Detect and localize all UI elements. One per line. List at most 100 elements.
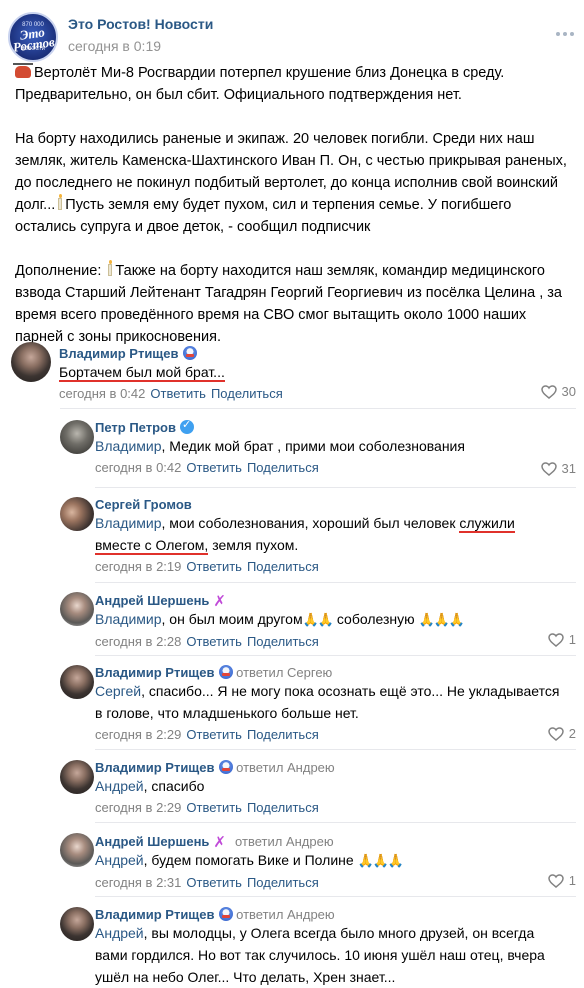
comment-text: Андрей, будем помогать Вике и Полине 🙏🙏🙏 [95,849,555,872]
share-button[interactable]: Поделиться [247,634,319,649]
comment: Петр Петров Владимир, Медик мой брат , п… [60,418,576,482]
avatar[interactable] [60,665,94,699]
comment-author[interactable]: Владимир Ртищев ответил Сергею [95,665,570,680]
divider [60,408,576,409]
comment-text: Владимир, Медик мой брат , прими мои соб… [95,438,465,454]
replied-to[interactable]: ответил Сергею [236,665,332,680]
post-text: Вертолёт Ми-8 Росгвардии потерпел крушен… [13,62,575,348]
praying-hands-icon: 🙏🙏🙏 [357,853,405,868]
comment-meta: сегодня в 0:42 Ответить Поделиться [95,460,319,475]
replied-to[interactable]: ответил Андрею [235,834,334,849]
comment-author[interactable]: Владимир Ртищев [59,346,559,361]
reply-button[interactable]: Ответить [150,386,206,401]
share-button[interactable]: Поделиться [247,800,319,815]
divider [95,822,576,823]
group-name[interactable]: Это Ростов! Новости [68,16,213,32]
avatar[interactable] [60,833,94,867]
comment-meta: сегодня в 2:29 Ответить Поделиться [95,800,319,815]
divider [95,655,576,656]
share-button[interactable]: Поделиться [247,559,319,574]
comment-author[interactable]: Петр Петров [95,418,555,435]
like-count: 1 [568,873,576,888]
crossed-arrows-badge-icon: ✗ [213,834,226,851]
reply-button[interactable]: Ответить [186,634,242,649]
helicopter-icon [13,63,33,78]
crossed-arrows-badge-icon: ✗ [213,593,226,610]
candle-icon [58,194,63,210]
candle-icon [108,260,113,276]
more-options-icon[interactable] [556,32,576,38]
heart-icon [540,461,557,476]
comment: Владимир Ртищев ответил Андрею Андрей, с… [60,760,576,820]
comment-text: Владимир, он был моим другом🙏🙏 соболезну… [95,608,555,631]
avatar[interactable] [60,420,94,454]
avatar[interactable] [11,342,51,382]
comment-meta: сегодня в 0:42 Ответить Поделиться [59,386,283,401]
reply-button[interactable]: Ответить [186,875,242,890]
reply-button[interactable]: Ответить [186,727,242,742]
comment-author[interactable]: Владимир Ртищев ответил Андрею [95,760,555,775]
comment-text: Бортачем был мой брат... [59,364,225,382]
comment: Владимир Ртищев ответил Сергею Сергей, с… [60,665,576,745]
like-count: 2 [568,726,576,741]
group-avatar[interactable]: 870 000 Это Ростов НОВОСТИ [8,12,58,62]
comment-author[interactable]: Андрей Шершень ✗ ответил Андрею [95,833,555,851]
share-button[interactable]: Поделиться [247,727,319,742]
praying-hands-icon: 🙏🙏🙏 [418,612,466,627]
heart-icon [548,726,564,741]
esport-badge-icon [182,346,197,360]
logo-caption: НОВОСТИ [20,46,46,52]
post-paragraph-3: Дополнение: Также на борту находится наш… [15,260,562,345]
avatar[interactable] [60,907,94,941]
comment-author[interactable]: Андрей Шершень ✗ [95,592,555,610]
comment-text: Андрей, вы молодцы, у Олега всегда было … [95,925,545,985]
comment-text: Владимир, мои соболезнования, хороший бы… [95,515,515,555]
reply-button[interactable]: Ответить [186,559,242,574]
divider [95,487,576,488]
post-paragraph-1: Вертолёт Ми-8 Росгвардии потерпел крушен… [13,63,505,103]
comment-text: Андрей, спасибо [95,778,205,794]
like-count: 30 [561,384,576,399]
replied-to[interactable]: ответил Андрею [236,760,335,775]
esport-badge-icon [218,907,233,921]
praying-hands-icon: 🙏🙏 [302,612,334,627]
comment-meta: сегодня в 2:28 Ответить Поделиться [95,634,319,649]
comment-author[interactable]: Владимир Ртищев ответил Андрею [95,907,560,922]
post-paragraph-2: На борту находились раненые и экипаж. 20… [15,131,567,235]
avatar[interactable] [60,592,94,626]
like-button[interactable]: 1 [548,873,576,888]
comment-author[interactable]: Сергей Громов [95,497,565,512]
like-button[interactable]: 2 [548,726,576,741]
post-header: 870 000 Это Ростов НОВОСТИ Это Ростов! Н… [8,6,576,62]
comment-meta: сегодня в 2:31 Ответить Поделиться [95,875,319,890]
esport-badge-icon [218,760,233,774]
comment: Андрей Шершень ✗ Владимир, он был моим др… [60,592,576,652]
comment: Владимир Ртищев Бортачем был мой брат...… [11,342,576,404]
comment: Владимир Ртищев ответил Андрею Андрей, в… [60,907,576,988]
divider [95,749,576,750]
comment: Сергей Громов Владимир, мои соболезнован… [60,497,576,577]
like-button[interactable]: 31 [540,461,576,476]
share-button[interactable]: Поделиться [247,460,319,475]
post-time[interactable]: сегодня в 0:19 [68,38,161,54]
avatar[interactable] [60,497,94,531]
reply-button[interactable]: Ответить [186,460,242,475]
divider [95,896,576,897]
heart-icon [540,384,557,399]
avatar[interactable] [60,760,94,794]
like-button[interactable]: 1 [548,632,576,647]
heart-icon [548,632,564,647]
divider [95,582,576,583]
like-count: 1 [568,632,576,647]
reply-button[interactable]: Ответить [186,800,242,815]
replied-to[interactable]: ответил Андрею [236,907,335,922]
like-button[interactable]: 30 [540,384,576,399]
comment-meta: сегодня в 2:29 Ответить Поделиться [95,727,319,742]
heart-icon [548,873,564,888]
share-button[interactable]: Поделиться [211,386,283,401]
share-button[interactable]: Поделиться [247,875,319,890]
comment: Андрей Шершень ✗ ответил Андрею Андрей, б… [60,833,576,893]
comment-meta: сегодня в 2:19 Ответить Поделиться [95,559,319,574]
esport-badge-icon [218,665,233,679]
verified-badge-icon [179,418,194,434]
